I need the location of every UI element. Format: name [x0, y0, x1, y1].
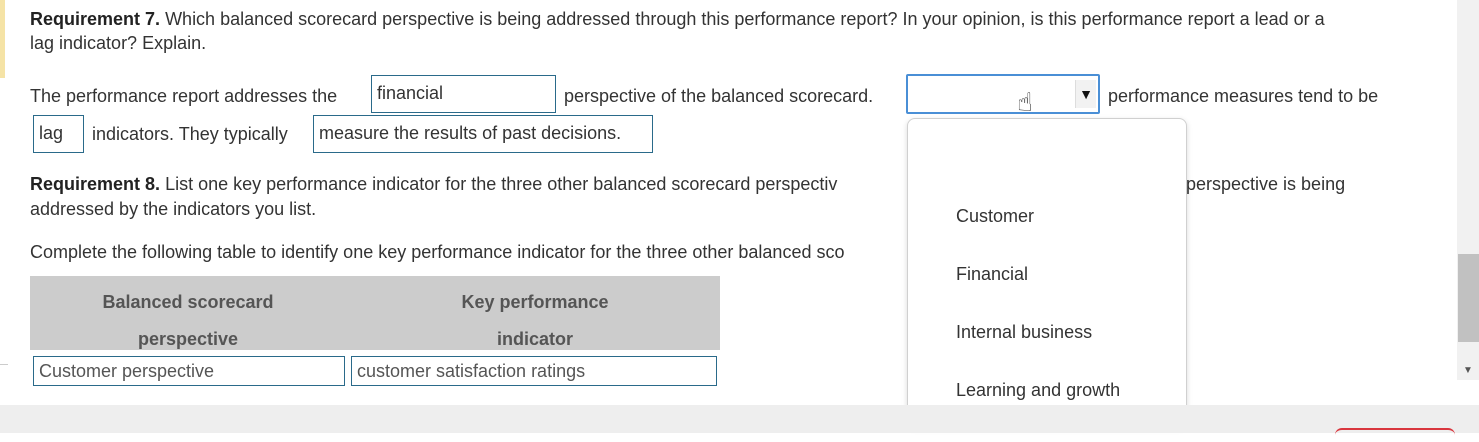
req8-label: Requirement 8. [30, 174, 161, 194]
req8-line1-right: perspective is being [1186, 174, 1346, 194]
scroll-down-icon[interactable]: ▼ [1459, 362, 1477, 380]
req8-line1: Requirement 8. List one key performance … [30, 172, 837, 196]
bottom-bar [0, 405, 1479, 433]
header-kpi-line1: Key performance [461, 292, 609, 312]
select-arrow-icon[interactable]: ▼ [1075, 80, 1096, 108]
dropdown-option-learning-growth[interactable]: Learning and growth [956, 378, 1120, 402]
lead-lag-input[interactable]: lag [33, 115, 84, 153]
hand-pointer-icon: ☝ [1017, 88, 1033, 118]
perspective-input[interactable]: financial [371, 75, 556, 113]
dropdown-option-financial[interactable]: Financial [956, 262, 1028, 286]
answer-suffix: performance measures tend to be [1108, 86, 1379, 106]
answer-prefix: The performance report addresses the [30, 86, 338, 106]
header-perspective-line2: perspective [137, 329, 239, 349]
header-perspective-line1: Balanced scorecard [102, 292, 274, 312]
req7-question: Which balanced scorecard perspective is … [165, 9, 1325, 29]
reason-input[interactable]: measure the results of past decisions. [313, 115, 653, 153]
req7-line2: lag indicator? Explain. [30, 33, 207, 53]
indicator-type-select[interactable]: ▼ [906, 74, 1100, 114]
scrollbar-thumb[interactable] [1458, 254, 1479, 342]
table-row-indicator-input[interactable]: customer satisfaction ratings [351, 356, 717, 386]
dropdown-option-customer[interactable]: Customer [956, 204, 1034, 228]
bottom-button-edge[interactable] [1335, 428, 1455, 442]
req8-line2: addressed by the indicators you list. [30, 199, 317, 219]
table-row-perspective-input[interactable]: Customer perspective [33, 356, 345, 386]
req7-line1: Requirement 7. Which balanced scorecard … [30, 7, 1325, 31]
header-kpi: Key performance indicator [360, 284, 710, 358]
header-perspective: Balanced scorecard perspective [30, 284, 346, 358]
header-kpi-line2: indicator [496, 329, 573, 349]
req8-question: List one key performance indicator for t… [165, 174, 838, 194]
dropdown-option-internal-business[interactable]: Internal business [956, 320, 1092, 344]
kpi-table-header: Balanced scorecard perspective Key perfo… [30, 276, 720, 350]
divider-line [0, 364, 8, 365]
table-instruction: Complete the following table to identify… [30, 242, 845, 262]
indicator-type-dropdown: Customer Financial Internal business Lea… [907, 118, 1187, 427]
answer-middle: perspective of the balanced scorecard. [564, 86, 874, 106]
req7-label: Requirement 7. [30, 9, 161, 29]
left-accent-bar [0, 0, 5, 78]
answer-after-indicator: indicators. They typically [92, 124, 288, 144]
